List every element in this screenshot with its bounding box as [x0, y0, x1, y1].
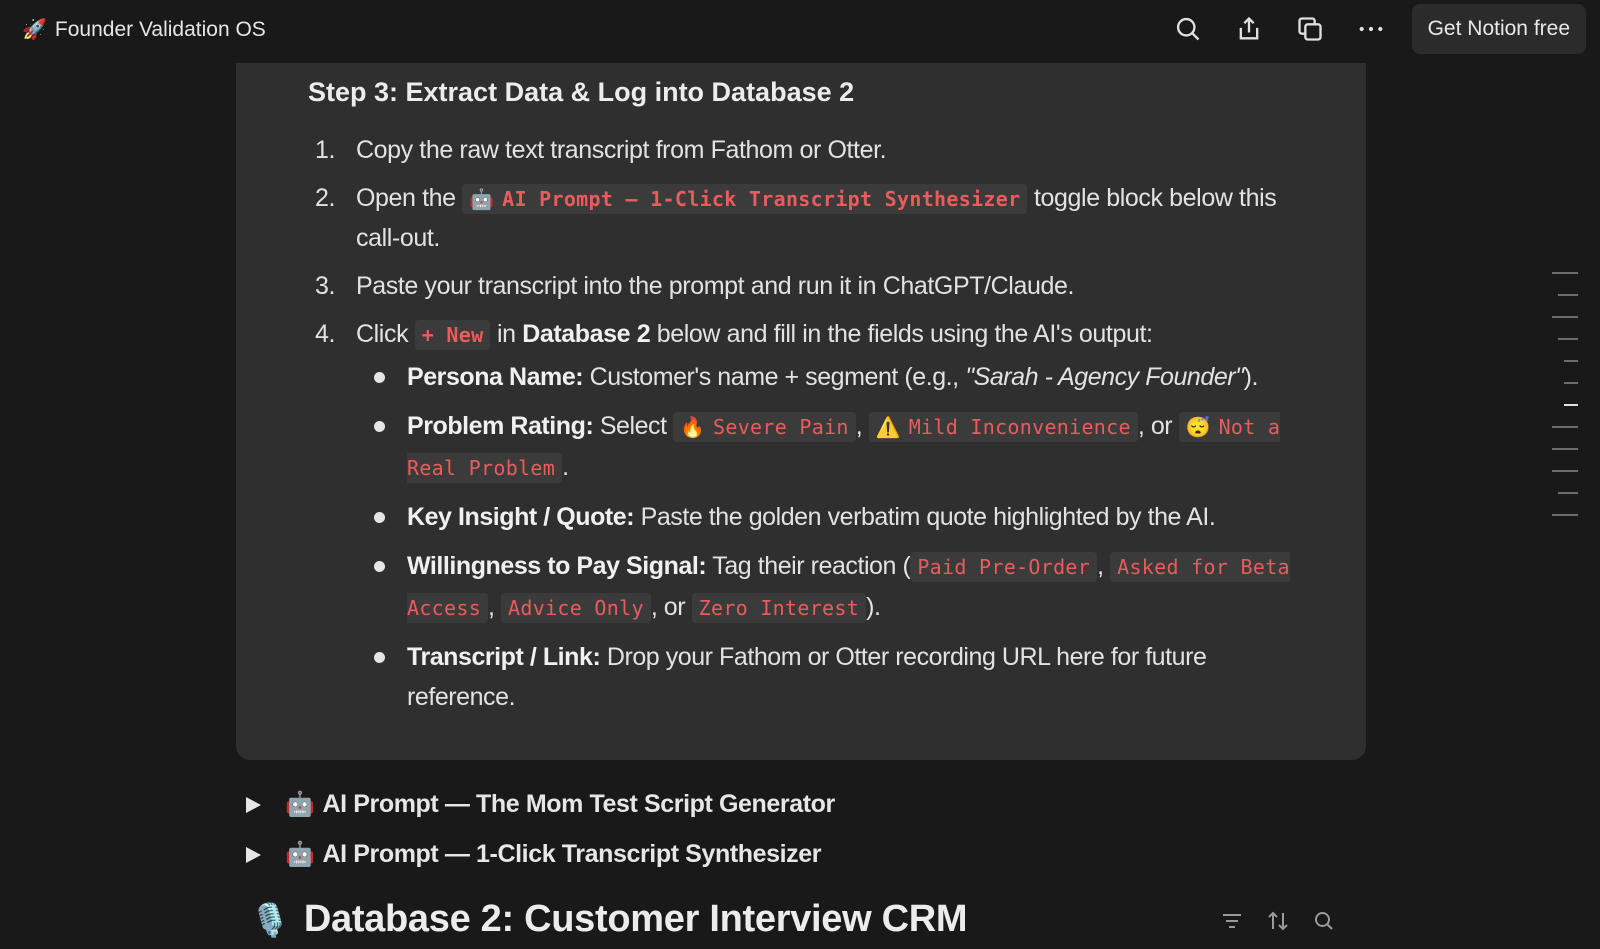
warning-icon: ⚠️ — [875, 415, 901, 439]
bullet-icon — [374, 561, 385, 572]
robot-icon: 🤖 — [469, 187, 495, 211]
field-problem: Problem Rating: Select 🔥 Severe Pain, ⚠️ M… — [356, 406, 1318, 488]
field-willingness: Willingness to Pay Signal: Tag their rea… — [356, 546, 1318, 628]
robot-icon: 🤖 — [285, 791, 315, 818]
list-item: 2. Open the 🤖 AI Prompt — 1-Click Transcr… — [315, 184, 1277, 252]
filter-icon[interactable] — [1220, 909, 1244, 933]
toggle-mom-test[interactable]: 🤖 AI Prompt — The Mom Test Script Genera… — [246, 790, 835, 819]
option-chip: Paid Pre-Order — [910, 552, 1098, 582]
page-breadcrumb[interactable]: 🚀 Founder Validation OS — [22, 14, 266, 46]
bullet-icon — [374, 512, 385, 523]
new-chip: + New — [414, 320, 491, 350]
outline-line[interactable] — [1558, 492, 1578, 494]
fields-list: Persona Name: Customer's name + segment … — [356, 357, 1318, 717]
option-chip: Zero Interest — [691, 593, 867, 623]
outline-line[interactable] — [1552, 272, 1578, 274]
robot-icon: 🤖 — [285, 841, 315, 868]
search-icon[interactable] — [1168, 9, 1208, 49]
top-actions: Get Notion free — [1168, 0, 1600, 58]
toggle-arrow-icon[interactable] — [246, 796, 261, 813]
top-bar: 🚀 Founder Validation OS Get Notion free — [0, 0, 1600, 62]
instructions-callout: Step 3: Extract Data & Log into Database… — [236, 63, 1366, 760]
get-notion-free-button[interactable]: Get Notion free — [1411, 4, 1586, 54]
database-heading: 🎙️ Database 2: Customer Interview CRM — [250, 898, 968, 941]
bullet-icon — [374, 652, 385, 663]
outline-line[interactable] — [1552, 316, 1578, 318]
bullet-icon — [374, 421, 385, 432]
outline-line[interactable] — [1552, 426, 1578, 428]
outline-line[interactable] — [1558, 338, 1578, 340]
option-chip: ⚠️ Mild Inconvenience — [868, 412, 1138, 442]
list-item: 3. Paste your transcript into the prompt… — [315, 272, 1075, 300]
field-insight: Key Insight / Quote: Paste the golden ve… — [356, 497, 1318, 537]
toggle-transcript-synth[interactable]: 🤖 AI Prompt — 1-Click Transcript Synthes… — [246, 840, 822, 869]
step-title: Step 3: Extract Data & Log into Database… — [308, 77, 855, 107]
duplicate-icon[interactable] — [1290, 9, 1330, 49]
microphone-icon: 🎙️ — [250, 901, 290, 938]
outline-line[interactable] — [1564, 404, 1578, 406]
page-outline[interactable] — [1548, 272, 1578, 536]
outline-line[interactable] — [1564, 382, 1578, 384]
list-item: 1. Copy the raw text transcript from Fat… — [315, 136, 887, 164]
sleeping-face-icon: 😴 — [1185, 415, 1211, 439]
bullet-icon — [374, 372, 385, 383]
fire-icon: 🔥 — [680, 415, 706, 439]
share-icon[interactable] — [1229, 9, 1269, 49]
sort-icon[interactable] — [1266, 909, 1290, 933]
outline-line[interactable] — [1552, 448, 1578, 450]
field-transcript: Transcript / Link: Drop your Fathom or O… — [356, 637, 1318, 717]
database-title: Database 2: Customer Interview CRM — [303, 898, 968, 940]
rocket-icon: 🚀 — [22, 19, 47, 41]
option-chip: 🔥 Severe Pain — [673, 412, 856, 442]
outline-line[interactable] — [1552, 514, 1578, 516]
list-item: 4. Click + New in Database 2 below and f… — [308, 315, 1318, 717]
toggle-arrow-icon[interactable] — [246, 846, 261, 863]
outline-line[interactable] — [1552, 470, 1578, 472]
steps-list: 1. Copy the raw text transcript from Fat… — [308, 131, 1318, 726]
outline-line[interactable] — [1558, 294, 1578, 296]
outline-line[interactable] — [1564, 360, 1578, 362]
field-persona: Persona Name: Customer's name + segment … — [356, 357, 1318, 397]
search-icon[interactable] — [1312, 909, 1336, 933]
prompt-reference-chip: 🤖 AI Prompt — 1-Click Transcript Synthesi… — [462, 184, 1028, 214]
option-chip: Advice Only — [501, 593, 651, 623]
database-toolbar — [1220, 909, 1336, 933]
page-title: Founder Validation OS — [54, 18, 266, 41]
more-icon[interactable] — [1351, 9, 1391, 49]
